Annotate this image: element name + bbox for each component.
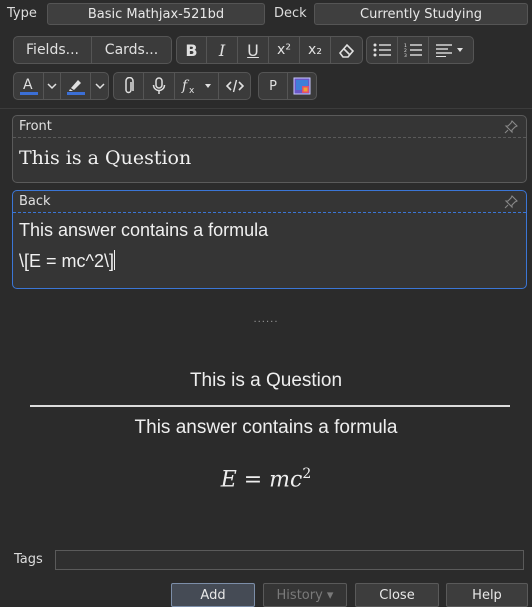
front-field-header: Front: [13, 116, 526, 138]
preview-question: This is a Question: [189, 370, 343, 391]
preview-formula: E = mc2: [0, 466, 532, 492]
back-field-mathjax-source: \[E = mc^2\]: [19, 251, 114, 271]
superscript-button[interactable]: x²: [269, 37, 300, 63]
function-icon: fx: [181, 77, 213, 95]
deck-label: Deck: [274, 6, 307, 21]
back-field: Back This answer contains a formula \[E …: [12, 190, 527, 289]
formula-exponent: 2: [302, 466, 312, 482]
color-group: A: [13, 72, 109, 100]
html-editor-button[interactable]: [219, 73, 250, 99]
fields-cards-group: Fields... Cards...: [13, 36, 172, 64]
align-left-icon: [436, 43, 466, 57]
tags-label: Tags: [14, 552, 43, 567]
type-label: Type: [7, 6, 37, 21]
text-color-dropdown[interactable]: [44, 73, 61, 99]
help-button[interactable]: Help: [446, 583, 528, 607]
highlight-color-dropdown[interactable]: [91, 73, 108, 99]
chevron-down-icon: [47, 82, 57, 90]
front-field-label: Front: [19, 119, 52, 134]
italic-button[interactable]: I: [207, 37, 238, 63]
back-field-line: This answer contains a formula: [19, 220, 269, 240]
bold-button[interactable]: B: [177, 37, 207, 63]
image-editor-icon: [293, 77, 311, 95]
back-field-editor[interactable]: This answer contains a formula \[E = mc^…: [13, 213, 526, 283]
mathjax-dropdown-button[interactable]: fx: [175, 73, 219, 99]
highlight-color-button[interactable]: [61, 73, 91, 99]
back-field-line: \[E = mc^2\]: [19, 246, 520, 277]
tags-input[interactable]: [55, 550, 524, 570]
record-audio-button[interactable]: [144, 73, 175, 99]
numbered-list-icon: 123: [404, 43, 422, 57]
close-button[interactable]: Close: [355, 583, 439, 607]
svg-text:x: x: [189, 86, 195, 95]
history-button[interactable]: History ▾: [263, 583, 347, 607]
toolbar-divider: [0, 108, 532, 109]
cards-button[interactable]: Cards...: [92, 37, 171, 63]
chevron-down-icon: [94, 82, 105, 90]
addon-group: P: [258, 72, 317, 100]
bullet-list-button[interactable]: [367, 37, 398, 63]
subscript-button[interactable]: x₂: [300, 37, 331, 63]
preview-answer-divider: [30, 405, 510, 407]
deck-selector[interactable]: Currently Studying: [314, 3, 528, 25]
insert-group: fx: [113, 72, 251, 100]
pin-icon[interactable]: [504, 120, 518, 138]
text-cursor: [113, 250, 115, 270]
front-field: Front This is a Question: [12, 115, 527, 183]
list-group: 123: [366, 36, 474, 64]
text-color-button[interactable]: A: [14, 73, 44, 99]
code-icon: [225, 79, 244, 93]
microphone-icon: [152, 77, 166, 95]
back-field-label: Back: [19, 194, 51, 209]
highlighter-icon: [66, 76, 86, 96]
front-field-editor[interactable]: This is a Question: [13, 138, 526, 175]
back-field-header: Back: [13, 191, 526, 213]
underline-button[interactable]: U: [238, 37, 269, 63]
svg-text:3: 3: [404, 53, 407, 57]
image-occlusion-button[interactable]: [288, 73, 316, 99]
note-type-selector[interactable]: Basic Mathjax-521bd: [47, 3, 265, 25]
paperclip-icon: [123, 77, 135, 95]
fields-button[interactable]: Fields...: [14, 37, 92, 63]
add-button[interactable]: Add: [171, 583, 255, 607]
p-button[interactable]: P: [259, 73, 288, 99]
align-dropdown-button[interactable]: [429, 37, 473, 63]
bullet-list-icon: [373, 43, 391, 57]
attach-button[interactable]: [114, 73, 144, 99]
eraser-icon: [338, 42, 356, 58]
text-color-icon: A: [19, 76, 39, 96]
numbered-list-button[interactable]: 123: [398, 37, 429, 63]
eraser-button[interactable]: [331, 37, 362, 63]
pin-icon[interactable]: [504, 195, 518, 213]
format-group: B I U x² x₂: [176, 36, 363, 64]
svg-text:A: A: [23, 77, 33, 93]
splitter-handle[interactable]: ......: [0, 314, 532, 325]
preview-answer: This answer contains a formula: [134, 417, 398, 438]
formula-text: E = mc: [220, 467, 303, 493]
